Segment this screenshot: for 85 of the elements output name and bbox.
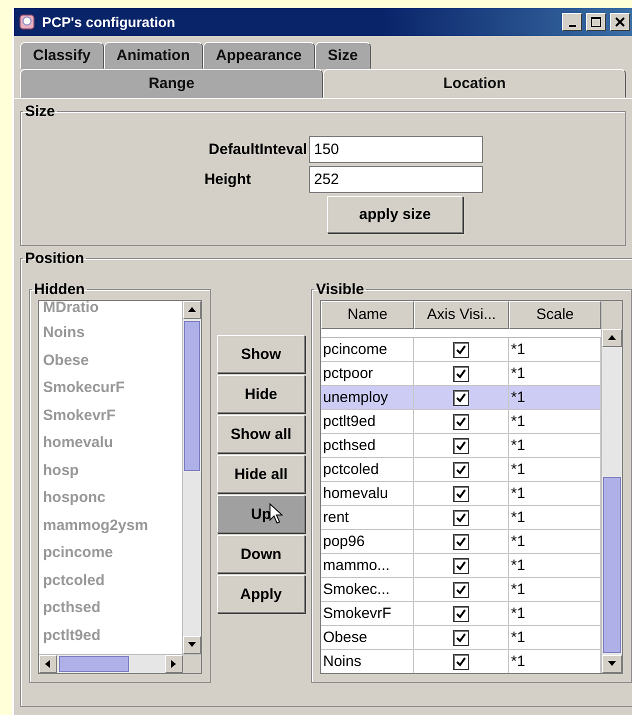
minimize-icon: [568, 25, 576, 27]
scroll-thumb[interactable]: [603, 477, 621, 653]
scroll-up-icon[interactable]: [607, 333, 617, 343]
table-row[interactable]: homevalu *1: [321, 482, 601, 506]
scroll-thumb[interactable]: [59, 656, 129, 672]
checkbox[interactable]: [453, 342, 469, 358]
checkbox[interactable]: [453, 630, 469, 646]
table-row[interactable]: pcincome *1: [321, 338, 601, 362]
scroll-thumb[interactable]: [184, 321, 200, 471]
table-cell: unemploy: [321, 386, 414, 409]
field-label: Height: [203, 171, 252, 188]
field-label: DefaultInteval: [208, 141, 307, 158]
tab[interactable]: Animation: [104, 42, 203, 69]
scroll-left-icon[interactable]: [43, 659, 53, 669]
checkbox[interactable]: [453, 366, 469, 382]
table-row[interactable]: rent *1: [321, 506, 601, 530]
header-corner: [602, 301, 622, 329]
table-row[interactable]: Obese *1: [321, 626, 601, 650]
maximize-icon: [591, 17, 601, 27]
input-field[interactable]: 150: [309, 136, 483, 163]
group-title: Hidden: [33, 281, 86, 298]
table-row[interactable]: pcthsed *1: [321, 434, 601, 458]
table-row[interactable]: Noins *1: [321, 650, 601, 673]
apply-size-button[interactable]: apply size: [327, 196, 463, 233]
action-button[interactable]: Down: [217, 535, 305, 573]
checkbox[interactable]: [453, 438, 469, 454]
close-button[interactable]: [610, 13, 630, 31]
checkbox[interactable]: [453, 654, 469, 670]
action-button[interactable]: Hide all: [217, 455, 305, 493]
checkbox[interactable]: [453, 462, 469, 478]
tab[interactable]: Classify: [20, 42, 104, 69]
action-button[interactable]: Up: [217, 495, 305, 533]
action-button[interactable]: Show: [217, 335, 305, 373]
table-row[interactable]: pop96 *1: [321, 530, 601, 554]
scrollbar-corner: [183, 655, 201, 673]
action-button[interactable]: Hide: [217, 375, 305, 413]
table-row[interactable]: Smokec... *1: [321, 578, 601, 602]
scrollbar[interactable]: [39, 654, 201, 673]
checkbox[interactable]: [453, 414, 469, 430]
table-cell: pctpoor: [321, 362, 414, 385]
tab[interactable]: Size: [314, 42, 371, 69]
scrollbar[interactable]: [601, 301, 622, 673]
checkbox[interactable]: [453, 510, 469, 526]
table-row[interactable]: pctlt9ed *1: [321, 410, 601, 434]
column-header[interactable]: Scale: [509, 301, 601, 329]
group-title: Visible: [315, 281, 366, 298]
table-cell: rent: [321, 506, 414, 529]
scroll-up-icon[interactable]: [187, 305, 197, 315]
table-cell: Smokec...: [321, 578, 414, 601]
column-header[interactable]: Name: [321, 301, 414, 329]
group-title: Size: [24, 103, 56, 120]
checkbox[interactable]: [453, 558, 469, 574]
maximize-button[interactable]: [586, 13, 606, 31]
table-cell: homevalu: [321, 482, 414, 505]
table-cell: pcincome: [321, 338, 414, 361]
table-cell: Obese: [321, 626, 414, 649]
action-button[interactable]: Apply: [217, 575, 305, 613]
action-button[interactable]: Show all: [217, 415, 305, 453]
checkbox[interactable]: [453, 582, 469, 598]
minimize-button[interactable]: [562, 13, 582, 31]
checkbox[interactable]: [453, 390, 469, 406]
column-header[interactable]: Axis Visi...: [414, 301, 509, 329]
table-cell: pctlt9ed: [321, 410, 414, 433]
scrollbar[interactable]: [182, 301, 201, 654]
checkbox[interactable]: [453, 486, 469, 502]
table-row[interactable]: mammo... *1: [321, 554, 601, 578]
group-title: Position: [24, 250, 86, 267]
input-field[interactable]: 252: [309, 166, 483, 193]
table-cell: pcthsed: [321, 434, 414, 457]
table-cell: pctcoled: [321, 458, 414, 481]
close-icon: [615, 17, 625, 27]
table-row[interactable]: pctcoled *1: [321, 458, 601, 482]
table-cell: mammo...: [321, 554, 414, 577]
checkbox[interactable]: [453, 606, 469, 622]
table-cell: Noins: [321, 650, 414, 673]
cursor-icon: [269, 503, 283, 525]
tab[interactable]: Appearance: [202, 42, 315, 69]
tab[interactable]: Range: [20, 69, 323, 98]
table-row[interactable]: unemploy *1: [321, 386, 601, 410]
checkbox[interactable]: [453, 534, 469, 550]
table-cell: SmokevrF: [321, 602, 414, 625]
tab[interactable]: Location: [323, 69, 626, 98]
window-title: PCP's configuration: [42, 14, 176, 30]
table-cell: pop96: [321, 530, 414, 553]
table-row[interactable]: SmokevrF *1: [321, 602, 601, 626]
